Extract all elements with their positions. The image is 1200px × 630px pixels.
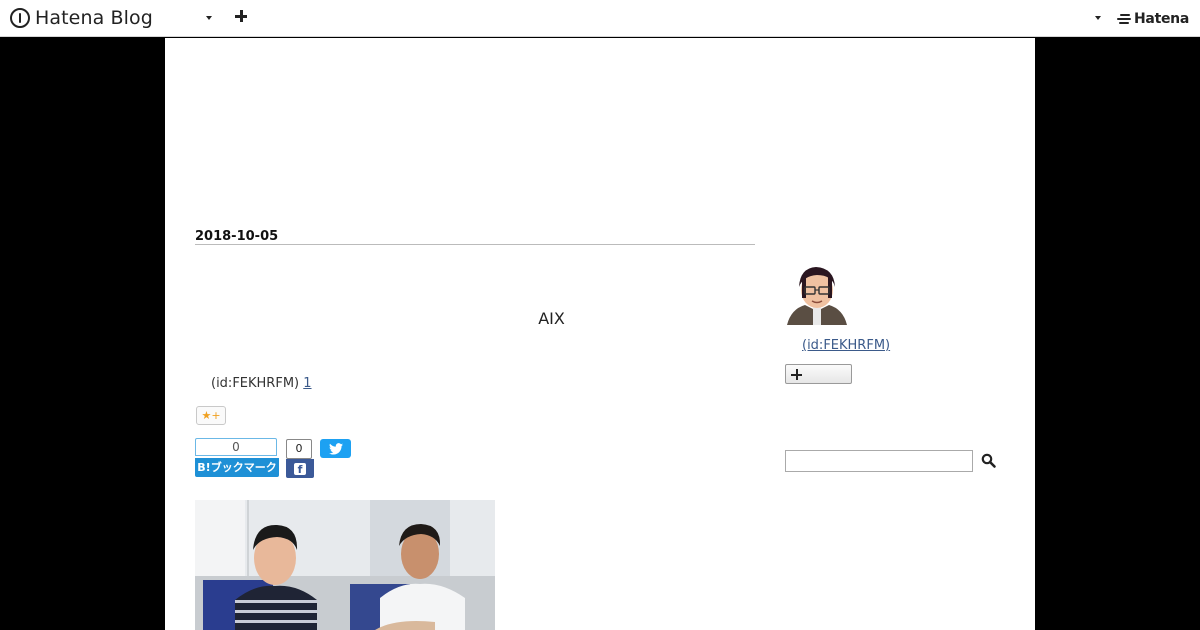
new-post-plus-icon[interactable]	[235, 10, 247, 22]
profile-id-link[interactable]: (id:FEKHRFM)	[785, 338, 890, 353]
hatena-logo-icon	[1117, 13, 1131, 25]
twitter-share-button[interactable]	[320, 439, 351, 458]
hatena-blog-logo[interactable]: Hatena Blog	[10, 7, 153, 29]
blog-search-input[interactable]	[785, 450, 973, 472]
entry-photo-image	[195, 500, 495, 630]
entry-date-header: 2018-10-05	[195, 225, 755, 245]
profile-avatar-icon	[785, 259, 849, 325]
byline-author-id: (id:FEKHRFM)	[211, 376, 300, 391]
follow-button[interactable]	[785, 364, 852, 384]
hatena-brand-text: Hatena	[1134, 11, 1189, 27]
facebook-icon: f	[294, 462, 306, 476]
plus-icon	[791, 369, 802, 380]
blog-menu-dropdown-icon[interactable]	[206, 16, 212, 20]
add-star-button[interactable]: ★+	[196, 406, 226, 425]
facebook-share-button[interactable]: f	[286, 459, 314, 478]
twitter-bird-icon	[328, 442, 343, 455]
hatena-blog-logo-icon	[10, 8, 30, 28]
profile-icon[interactable]	[785, 259, 849, 325]
entry-photo	[195, 500, 495, 630]
search-icon	[981, 453, 996, 468]
blog-content-area: 2018-10-05 AIX (id:FEKHRFM) 1 ★+ 0 B!ブック…	[165, 38, 1035, 630]
entry-date[interactable]: 2018-10-05	[195, 229, 278, 244]
hatena-logo[interactable]: Hatena	[1117, 9, 1189, 29]
global-header: Hatena Blog Hatena	[0, 0, 1200, 37]
facebook-share-count[interactable]: 0	[286, 439, 312, 459]
hatena-bookmark-count[interactable]: 0	[195, 438, 277, 456]
entry-byline: (id:FEKHRFM) 1	[211, 376, 312, 391]
search-button[interactable]	[980, 452, 998, 470]
star-icon: ★+	[201, 409, 221, 422]
byline-link[interactable]: 1	[303, 376, 311, 391]
hatena-bookmark-button[interactable]: B!ブックマーク	[195, 458, 279, 477]
profile-id: (id:FEKHRFM)	[802, 338, 891, 353]
user-menu-dropdown-icon[interactable]	[1095, 16, 1101, 20]
logo-text: Hatena Blog	[35, 7, 153, 29]
